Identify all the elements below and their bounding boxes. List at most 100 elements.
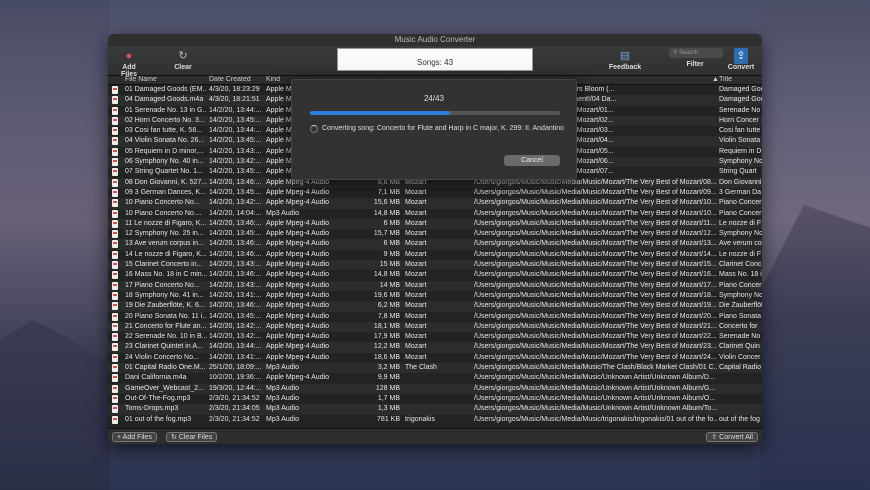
date-created-cell: 25/1/20, 18:09:...: [209, 364, 262, 372]
column-date-created[interactable]: Date Created: [209, 76, 265, 83]
size-cell: 7,8 MB: [377, 312, 400, 320]
file-name-cell: 04 Violin Sonata No. 26...: [125, 137, 205, 145]
table-row[interactable]: 19 Die Zauberflöte, K. 6... 14/2/20, 13:4…: [108, 301, 762, 312]
date-created-cell: 10/2/20, 19:36:...: [209, 374, 262, 382]
table-row[interactable]: 11 Le nozze di Figaro, K... 14/2/20, 13:4…: [108, 218, 762, 230]
refresh-small-icon: ↻: [171, 434, 179, 441]
add-files-button[interactable]: ● Add Files: [114, 48, 144, 78]
path-cell: /Users/giorgos/Music/Music/Media/Music/M…: [474, 281, 717, 289]
kind-cell: Apple Mpeg-4 Audio: [266, 291, 330, 299]
table-row[interactable]: 09 3 German Dances, K... 14/2/20, 13:45:.…: [108, 187, 762, 199]
audio-file-icon: [112, 374, 118, 383]
table-row[interactable]: GameOver_Webcast_2... 19/3/20, 12:44:... M…: [108, 383, 762, 394]
title-cell: Serenade No: [719, 106, 761, 114]
title-cell: Ave verum co: [719, 240, 762, 248]
audio-file-icon: [112, 137, 118, 146]
title-cell: Clarinet Quin: [719, 343, 760, 351]
table-row[interactable]: 14 Le nozze di Figaro, K... 14/2/20, 13:4…: [108, 249, 762, 261]
table-row[interactable]: Dani California.m4a 10/2/20, 19:36:... App…: [108, 373, 762, 384]
table-row[interactable]: 16 Mass No. 18 in C min... 14/2/20, 13:46…: [108, 270, 762, 281]
table-row[interactable]: 23 Clarinet Quintet in A... 14/2/20, 13:4…: [108, 342, 762, 353]
audio-file-icon: [112, 302, 118, 311]
convert-button[interactable]: ⇪ Convert: [726, 48, 756, 71]
table-row[interactable]: 12 Symphony No. 25 in... 14/2/20, 13:45:.…: [108, 229, 762, 240]
title-cell: Symphony No: [719, 158, 762, 166]
table-row[interactable]: 18 Symphony No. 41 in... 14/2/20, 13:41:.…: [108, 290, 762, 302]
date-created-cell: 14/2/20, 13:45:...: [209, 312, 262, 320]
kind-cell: Mp3 Audio: [266, 364, 300, 372]
toolbar: ● Add Files ↻ Clear Songs: 43 ▤ Feedback…: [108, 46, 762, 78]
kind-cell: Apple Mpeg-4 Audio: [266, 322, 330, 330]
file-name-cell: 07 String Quartet No. 1...: [125, 168, 203, 176]
artist-cell: Mozart: [405, 343, 427, 351]
table-row[interactable]: 24 Violin Concerto No... 14/2/20, 13:41:.…: [108, 352, 762, 364]
size-cell: 15,7 MB: [373, 230, 400, 238]
clear-files-button[interactable]: ↻ Clear Files: [166, 432, 218, 442]
table-row[interactable]: Out-Of-The-Fog.mp3 2/3/20, 21:34:52 Mp3 Au…: [108, 393, 762, 405]
feedback-button[interactable]: ▤ Feedback: [608, 48, 642, 71]
date-created-cell: 2/3/20, 21:34:05: [209, 405, 260, 413]
table-row[interactable]: 01 out of the fog.mp3 2/3/20, 21:34:52 Mp3…: [108, 414, 762, 425]
size-cell: 14 MB: [379, 281, 400, 289]
artist-cell: Mozart: [405, 240, 427, 248]
artist-cell: Mozart: [405, 291, 427, 299]
size-cell: 6 MB: [383, 240, 400, 248]
table-row[interactable]: 22 Serenade No. 10 in B... 14/2/20, 13:42…: [108, 332, 762, 343]
table-row[interactable]: 21 Concerto for Flute an... 14/2/20, 13:4…: [108, 321, 762, 333]
audio-file-icon: [112, 343, 118, 352]
kind-cell: Mp3 Audio: [266, 384, 300, 392]
path-cell: /Users/giorgos/Music/Music/Media/Music/U…: [474, 374, 715, 382]
audio-file-icon: [112, 271, 118, 280]
path-cell: /Users/giorgos/Music/Music/Media/Music/T…: [474, 364, 717, 372]
table-row[interactable]: 10 Piano Concerto No.... 14/2/20, 14:04:.…: [108, 208, 762, 219]
date-created-cell: 2/3/20, 21:34:52: [209, 394, 260, 402]
size-cell: 18,1 MB: [373, 322, 400, 330]
artist-cell: Mozart: [405, 271, 427, 279]
date-created-cell: 14/2/20, 13:45:...: [209, 137, 262, 145]
file-name-cell: Dani California.m4a: [125, 374, 187, 382]
file-name-cell: GameOver_Webcast_2...: [125, 384, 204, 392]
table-row[interactable]: 15 Clarinet Concerto in... 14/2/20, 13:43…: [108, 260, 762, 271]
date-created-cell: 14/2/20, 13:42:...: [209, 158, 262, 166]
title-cell: 3 German Da: [719, 188, 762, 196]
search-input[interactable]: ⚲ Search: [669, 48, 723, 58]
audio-file-icon: [112, 86, 118, 94]
search-icon: ⚲: [673, 50, 678, 56]
size-cell: 18,6 MB: [373, 353, 400, 361]
audio-file-icon: [112, 96, 118, 105]
file-name-cell: 03 Cosi fan tutte, K. 58...: [125, 127, 203, 135]
add-files-icon: ●: [125, 50, 133, 62]
audio-file-icon: [112, 322, 118, 331]
file-name-cell: 08 Don Giovanni, K. 527...: [125, 178, 207, 186]
progress-count: 24/43: [423, 94, 445, 103]
kind-cell: Apple Mpeg-4 Audio: [266, 281, 330, 289]
title-cell: Le nozze di F: [719, 250, 762, 258]
column-title[interactable]: Title: [719, 76, 762, 83]
file-name-cell: 12 Symphony No. 25 in...: [125, 230, 204, 238]
table-row[interactable]: 10 Piano Concerto No... 14/2/20, 13:42:..…: [108, 198, 762, 209]
cancel-button[interactable]: Cancel: [504, 155, 560, 166]
table-row[interactable]: 01 Capital Radio One.M... 25/1/20, 18:09:…: [108, 363, 762, 374]
column-file-name[interactable]: File Name: [125, 76, 207, 83]
table-row[interactable]: 17 Piano Concerto No... 14/2/20, 13:43:..…: [108, 280, 762, 291]
table-row[interactable]: Toms-Drops.mp3 2/3/20, 21:34:05 Mp3 Audio 1…: [108, 404, 762, 415]
title-cell: Die Zauberflöt: [719, 302, 762, 310]
kind-cell: Apple Mpeg-4 Audio: [266, 353, 330, 361]
file-name-cell: 18 Symphony No. 41 in...: [125, 291, 204, 299]
audio-file-icon: [112, 147, 118, 156]
artist-cell: Mozart: [405, 250, 427, 258]
table-row[interactable]: 13 Ave verum corpus in... 14/2/20, 13:46:…: [108, 239, 762, 250]
clear-button[interactable]: ↻ Clear: [168, 48, 198, 71]
size-cell: 19,6 MB: [373, 291, 400, 299]
kind-cell: Mp3 Audio: [266, 415, 300, 423]
spinner-icon: [310, 125, 318, 133]
path-cell: /Users/giorgos/Music/Music/Media/Music/M…: [474, 291, 717, 299]
file-name-cell: 15 Clarinet Concerto in...: [125, 261, 203, 269]
file-name-cell: 11 Le nozze di Figaro, K...: [125, 219, 207, 227]
table-row[interactable]: 20 Piano Sonata No. 11 i... 14/2/20, 13:4…: [108, 311, 762, 322]
add-files-bottom-button[interactable]: + Add Files: [112, 432, 157, 442]
filter-button[interactable]: Filter: [680, 61, 710, 68]
date-created-cell: 14/2/20, 13:45:...: [209, 116, 262, 124]
convert-all-button[interactable]: ⇪ Convert All: [706, 432, 758, 442]
kind-cell: Apple Mpeg-4 Audio: [266, 261, 330, 269]
